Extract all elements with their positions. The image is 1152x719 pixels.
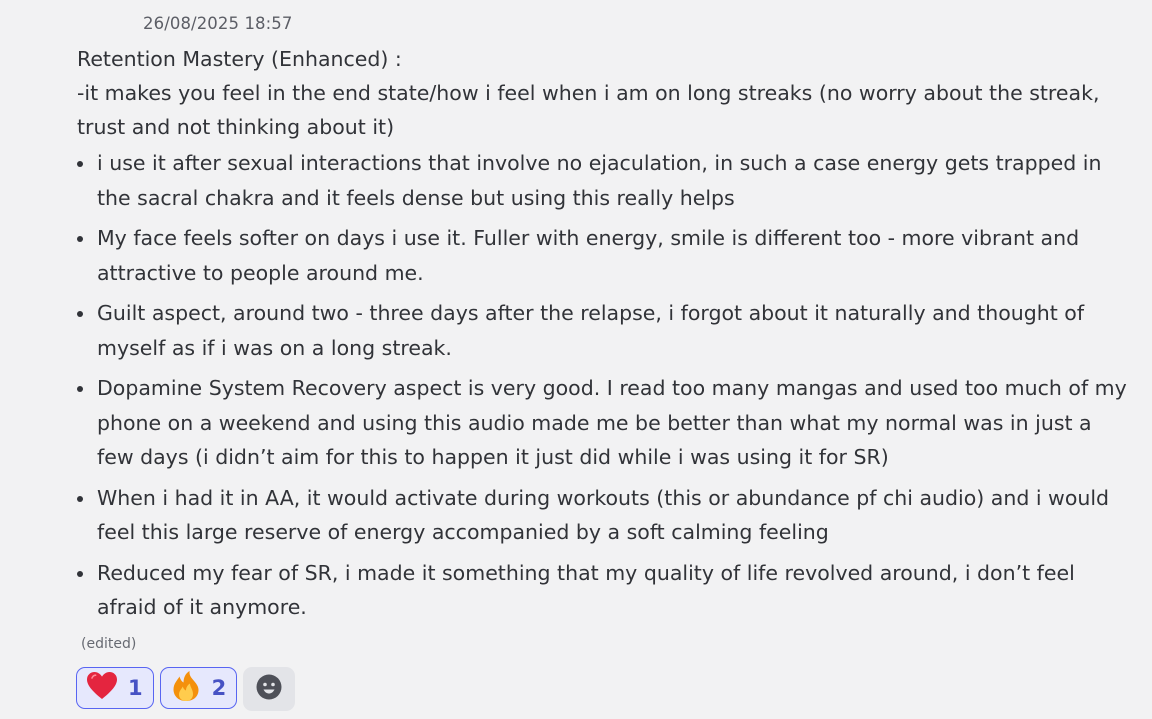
reaction-count: 2	[211, 676, 227, 700]
bullet-text-line: few days (i didn’t aim for this to happe…	[97, 445, 889, 469]
fire-icon	[170, 670, 202, 706]
list-item: i use it after sexual interactions that …	[77, 146, 1147, 215]
reaction-fire[interactable]: 2	[159, 667, 238, 709]
edited-label: (edited)	[81, 636, 137, 652]
reactions-bar: 1 2	[76, 667, 296, 711]
chat-message: 26/08/2025 18:57 Retention Mastery (Enha…	[0, 0, 1152, 719]
message-intro-line: trust and not thinking about it)	[77, 115, 395, 139]
message-intro-line: -it makes you feel in the end state/how …	[77, 81, 1100, 105]
bullet-dot-icon	[77, 311, 83, 317]
message-timestamp: 26/08/2025 18:57	[143, 14, 293, 33]
bullet-text-line: Dopamine System Recovery aspect is very …	[97, 376, 1127, 400]
message-content: Retention Mastery (Enhanced) : -it makes…	[77, 42, 1147, 631]
bullet-dot-icon	[77, 386, 83, 392]
list-item: When i had it in AA, it would activate d…	[77, 481, 1147, 550]
bullet-text-line: phone on a weekend and using this audio …	[97, 410, 1092, 435]
bullet-list: i use it after sexual interactions that …	[77, 146, 1147, 625]
bullet-text-line: My face feels softer on days i use it. F…	[97, 226, 1080, 250]
list-item: My face feels softer on days i use it. F…	[77, 221, 1147, 290]
bullet-text-line: the sacral chakra and it feels dense but…	[97, 185, 735, 210]
bullet-dot-icon	[77, 236, 83, 242]
bullet-text-line: attractive to people around me.	[97, 260, 424, 285]
list-item: Guilt aspect, around two - three days af…	[77, 296, 1147, 365]
heart-icon	[86, 671, 118, 705]
bullet-text-line: When i had it in AA, it would activate d…	[97, 485, 1110, 510]
bullet-text-line: feel this large reserve of energy accomp…	[97, 520, 829, 544]
bullet-dot-icon	[77, 570, 83, 577]
add-reaction-button[interactable]	[243, 667, 296, 711]
list-item: Reduced my fear of SR, i made it somethi…	[77, 556, 1147, 625]
bullet-text-line: i use it after sexual interactions that …	[97, 151, 1102, 175]
message-heading: Retention Mastery (Enhanced) :	[77, 47, 402, 71]
add-reaction-icon	[255, 673, 283, 705]
reaction-heart[interactable]: 1	[76, 667, 154, 709]
bullet-dot-icon	[77, 161, 83, 167]
reaction-count: 1	[128, 676, 143, 700]
bullet-text-line: myself as if i was on a long streak.	[97, 335, 452, 360]
bullet-dot-icon	[77, 495, 83, 502]
list-item: Dopamine System Recovery aspect is very …	[77, 371, 1147, 475]
bullet-text-line: Guilt aspect, around two - three days af…	[97, 301, 1085, 325]
bullet-text-line: afraid of it anymore.	[97, 595, 307, 619]
bullet-text-line: Reduced my fear of SR, i made it somethi…	[97, 560, 1075, 585]
